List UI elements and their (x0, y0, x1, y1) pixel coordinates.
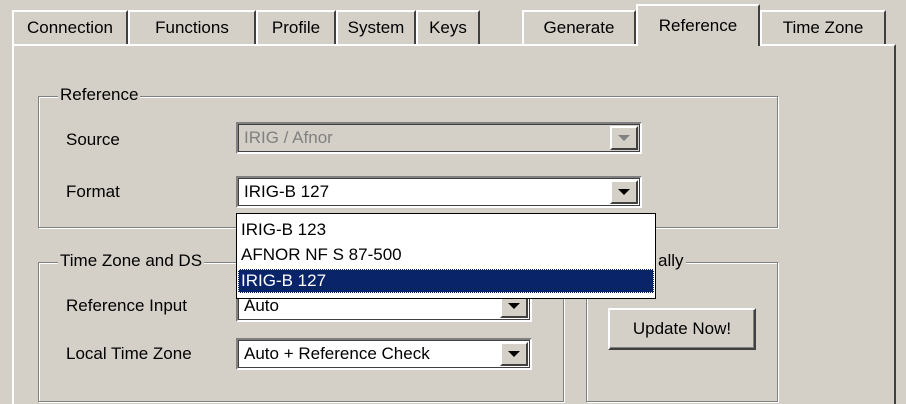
tab-profile[interactable]: Profile (256, 10, 336, 44)
chevron-down-icon (508, 303, 520, 309)
format-combo[interactable]: IRIG-B 127 (236, 176, 642, 208)
tab-connection[interactable]: Connection (12, 10, 128, 44)
reference-groupbox (38, 96, 778, 228)
dropdown-option-irig-b-123[interactable]: IRIG-B 123 (238, 218, 654, 242)
dropdown-option-irig-b-127[interactable]: IRIG-B 127 (238, 269, 654, 293)
update-group-title: ally (656, 251, 686, 271)
tab-functions[interactable]: Functions (128, 10, 256, 44)
tab-label: Time Zone (782, 18, 864, 37)
format-dropdown-arrow[interactable] (610, 180, 638, 204)
chevron-down-icon (508, 351, 520, 357)
reference-input-label: Reference Input (66, 296, 187, 315)
tab-label: Profile (271, 18, 321, 37)
tab-label: Generate (543, 18, 615, 37)
tab-label: Functions (155, 18, 229, 37)
source-combo: IRIG / Afnor (236, 122, 642, 154)
local-time-zone-value: Auto + Reference Check (244, 344, 430, 363)
reference-input-value: Auto (244, 296, 279, 315)
local-time-zone-label: Local Time Zone (66, 344, 192, 363)
update-now-button[interactable]: Update Now! (608, 308, 756, 350)
tab-keys[interactable]: Keys (416, 10, 480, 44)
format-value: IRIG-B 127 (244, 182, 330, 201)
tab-label: System (347, 18, 405, 37)
tab-label: Connection (26, 18, 113, 37)
tab-label: Keys (429, 18, 467, 37)
reference-group-title: Reference (58, 85, 141, 105)
tab-time-zone[interactable]: Time Zone (760, 10, 886, 44)
source-dropdown-arrow (610, 126, 638, 150)
format-dropdown-list[interactable]: IRIG-B 123 AFNOR NF S 87-500 IRIG-B 127 (236, 213, 656, 299)
tab-generate[interactable]: Generate (522, 10, 636, 44)
local-time-zone-combo[interactable]: Auto + Reference Check (236, 338, 532, 370)
source-value: IRIG / Afnor (244, 128, 333, 147)
format-label: Format (66, 182, 120, 201)
chevron-down-icon (618, 189, 630, 195)
tab-label: Reference (658, 16, 738, 35)
timezone-group-title: Time Zone and DS (58, 251, 205, 271)
tab-reference[interactable]: Reference (636, 4, 760, 46)
local-time-zone-dropdown-arrow[interactable] (500, 342, 528, 366)
tab-system[interactable]: System (336, 10, 416, 44)
dropdown-option-afnor[interactable]: AFNOR NF S 87-500 (238, 243, 654, 267)
chevron-down-icon (618, 135, 630, 141)
source-label: Source (66, 130, 120, 149)
